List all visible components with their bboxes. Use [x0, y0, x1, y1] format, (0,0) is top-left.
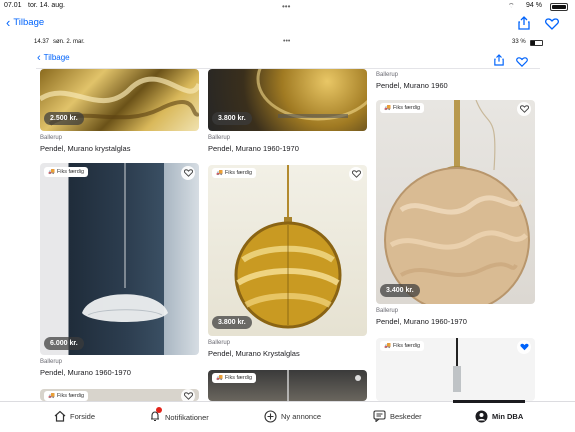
- tab-notifikationer[interactable]: Notifikationer: [149, 407, 209, 424]
- listing-location: Ballerup: [208, 135, 231, 141]
- inner-multitask-dots-icon[interactable]: •••: [283, 38, 290, 45]
- fiks-faerdig-badge: 🚚 Fiks færdig: [44, 167, 89, 177]
- favorite-heart-icon[interactable]: [545, 17, 559, 35]
- tab-beskeder[interactable]: Beskeder: [373, 410, 422, 422]
- notification-dot: [156, 407, 162, 413]
- inner-status-date: søn. 2. mar.: [53, 39, 85, 45]
- fiks-faerdig-badge: 🚚 Fiks færdig: [212, 168, 257, 178]
- listing-image[interactable]: 3.800 kr.: [208, 69, 367, 131]
- truck-icon: 🚚: [384, 343, 391, 349]
- heart-outline-icon[interactable]: [349, 167, 363, 181]
- inner-favorite-heart-icon[interactable]: [516, 54, 528, 72]
- badge-label: Fiks færdig: [392, 105, 421, 111]
- tab-forside[interactable]: Forside: [54, 410, 95, 422]
- inner-back-label: Tilbage: [43, 53, 70, 62]
- badge-label: Fiks færdig: [56, 393, 85, 399]
- outer-multitask-dots-icon[interactable]: •••: [282, 2, 290, 11]
- listing-title[interactable]: Pendel, Murano 1960-1970: [376, 317, 467, 326]
- home-icon: [54, 410, 66, 422]
- share-icon[interactable]: [518, 16, 530, 35]
- heart-outline-icon[interactable]: [181, 389, 195, 401]
- tab-label: Ny annonce: [281, 412, 322, 421]
- tab-label: Notifikationer: [165, 412, 209, 422]
- listing-location: Ballerup: [40, 359, 63, 365]
- truck-icon: 🚚: [384, 105, 391, 111]
- plus-circle-icon: [264, 410, 277, 423]
- price-badge: 2.500 kr.: [44, 112, 84, 125]
- tab-min-dba[interactable]: Min DBA: [475, 410, 523, 423]
- listing-image[interactable]: 🚚 Fiks færdig 3.800 kr.: [208, 165, 367, 336]
- truck-icon: 🚚: [216, 170, 223, 176]
- listing-image[interactable]: 🚚 Fiks færdig 6.000 kr.: [40, 163, 199, 355]
- listing-location: Ballerup: [208, 340, 231, 346]
- listing-image[interactable]: 🚚 Fiks færdig: [208, 370, 367, 401]
- inner-battery-icon: [530, 40, 543, 46]
- badge-label: Fiks færdig: [392, 343, 421, 349]
- heart-outline-icon[interactable]: [181, 166, 195, 180]
- tab-label: Min DBA: [492, 412, 524, 421]
- price-badge: 3.800 kr.: [212, 316, 252, 329]
- outer-status-date: tor. 14. aug.: [28, 2, 65, 9]
- outer-back-button[interactable]: ‹ Tilbage: [6, 14, 45, 30]
- fiks-faerdig-badge: 🚚 Fiks færdig: [212, 373, 257, 383]
- listing-image[interactable]: 🚚 Fiks færdig: [376, 338, 535, 401]
- listing-title[interactable]: Pendel, Murano krystalglas: [40, 144, 130, 153]
- outer-battery-icon: [550, 3, 568, 11]
- profile-icon: [475, 410, 488, 423]
- outer-status-time: 07.01: [4, 2, 22, 9]
- chat-icon: [373, 410, 386, 422]
- chevron-left-icon: ‹: [6, 14, 11, 30]
- listing-title[interactable]: Pendel, Murano Krystalglas: [208, 349, 300, 358]
- listing-image[interactable]: 🚚 Fiks færdig 3.400 kr.: [376, 100, 535, 304]
- tab-label: Forside: [70, 411, 96, 421]
- truck-icon: 🚚: [48, 169, 55, 175]
- truck-icon: 🚚: [48, 393, 55, 399]
- chevron-left-icon: ‹: [37, 51, 41, 64]
- listing-title[interactable]: Pendel, Murano 1960-1970: [208, 144, 299, 153]
- badge-label: Fiks færdig: [224, 375, 253, 381]
- outer-back-label: Tilbage: [13, 17, 45, 28]
- listing-title[interactable]: Pendel, Murano 1960: [376, 81, 448, 90]
- outer-wifi-icon: ⌔: [508, 3, 515, 10]
- badge-label: Fiks færdig: [224, 170, 253, 176]
- bell-icon: [149, 407, 162, 424]
- price-badge: 6.000 kr.: [44, 337, 84, 350]
- heart-filled-icon[interactable]: [517, 340, 531, 354]
- price-badge: 3.800 kr.: [212, 112, 252, 125]
- tab-ny-annonce[interactable]: Ny annonce: [264, 410, 321, 423]
- active-tab-indicator: [453, 400, 525, 403]
- badge-label: Fiks færdig: [56, 169, 85, 175]
- inner-back-button[interactable]: ‹ Tilbage: [37, 51, 70, 64]
- listing-image[interactable]: 🚚 Fiks færdig: [40, 389, 199, 401]
- truck-icon: 🚚: [216, 375, 223, 381]
- outer-status-battery: 94 %: [526, 2, 542, 9]
- fiks-faerdig-badge: 🚚 Fiks færdig: [380, 341, 425, 351]
- listing-title[interactable]: Pendel, Murano 1960-1970: [40, 368, 131, 377]
- listing-location: Ballerup: [376, 308, 399, 314]
- inner-status-time: 14.37: [34, 39, 50, 45]
- listing-location: Ballerup: [376, 72, 399, 78]
- fiks-faerdig-badge: 🚚 Fiks færdig: [44, 391, 89, 401]
- fiks-faerdig-badge: 🚚 Fiks færdig: [380, 103, 425, 113]
- listing-image[interactable]: 2.500 kr.: [40, 69, 199, 131]
- price-badge: 3.400 kr.: [380, 284, 420, 297]
- tab-label: Beskeder: [390, 411, 422, 421]
- inner-status-battery: 33 %: [512, 39, 526, 45]
- heart-outline-icon[interactable]: [517, 102, 531, 116]
- listing-location: Ballerup: [40, 135, 63, 141]
